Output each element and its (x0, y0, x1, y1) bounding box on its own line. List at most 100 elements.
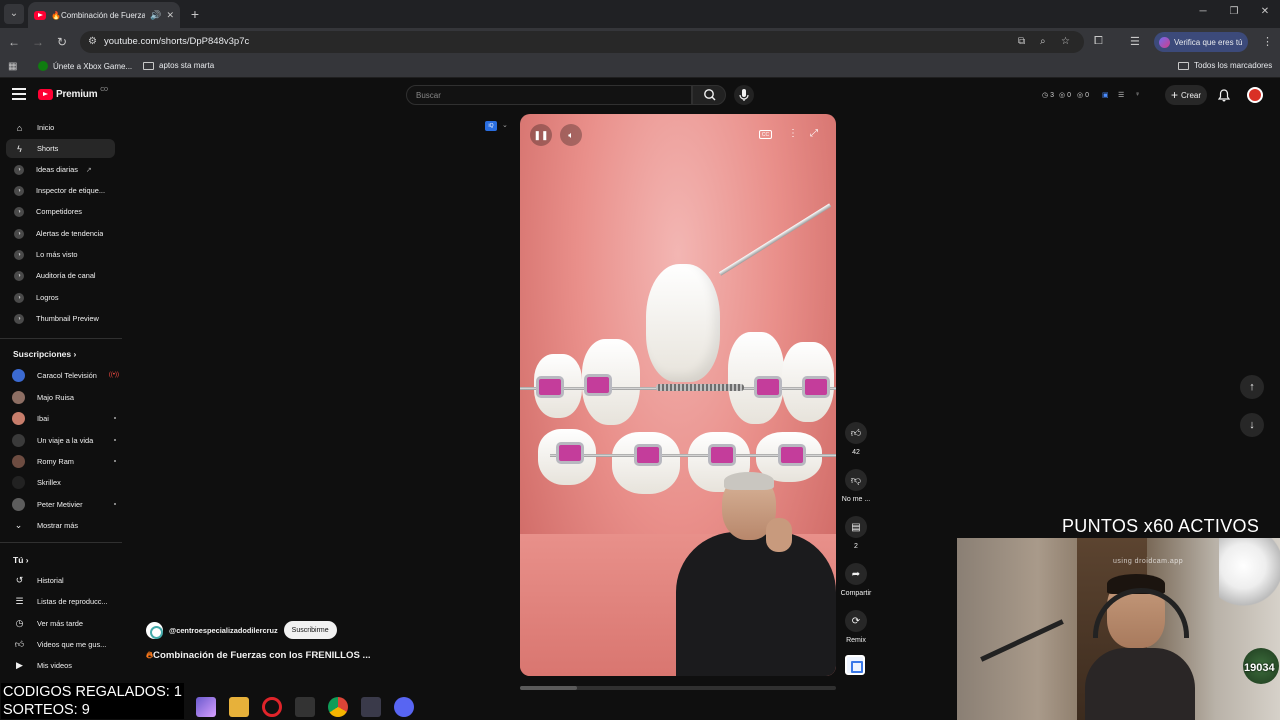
share-action[interactable]: ➦ Compartir (841, 563, 871, 597)
minimize-button[interactable]: ─ (1195, 6, 1211, 17)
forward-button[interactable]: → (30, 34, 46, 50)
new-content-dot (114, 417, 116, 419)
extension-list-icon[interactable]: ☰ (1118, 91, 1124, 99)
profile-verify-chip[interactable]: Verifica que eres tú (1154, 32, 1248, 52)
extension-trophy-icon[interactable]: ♀ (1135, 91, 1140, 98)
tab-search-button[interactable]: ⌄ (4, 4, 24, 24)
show-more-button[interactable]: ⌄ Mostrar más (12, 517, 116, 533)
chrome-icon[interactable] (328, 697, 348, 717)
comments-action[interactable]: ▤ 2 (843, 516, 869, 550)
sidebar-item-alertas[interactable]: ◑ Alertas de tendencia (6, 224, 115, 243)
subscription-majo-ruisa[interactable]: Majo Ruisa (12, 389, 116, 405)
remix-icon[interactable]: ⟳ (845, 610, 867, 632)
create-button[interactable]: + Crear (1165, 85, 1207, 105)
browser-menu-icon[interactable]: ⋮ (1262, 35, 1273, 48)
taskbar-app-icon[interactable] (295, 697, 315, 717)
address-bar[interactable]: ⚙ youtube.com/shorts/DpP848v3p7c ⧉ ⌕ ☆ (80, 31, 1084, 53)
sidebar-item-my-videos[interactable]: ▶ Mis videos (6, 656, 115, 675)
youtube-logo[interactable]: Premium CO (38, 87, 108, 100)
dislike-action[interactable]: 👎︎ No me ... (842, 469, 870, 503)
sidebar-item-ideas-diarias[interactable]: ◑ Ideas diarias ↗ (6, 160, 115, 179)
file-explorer-icon[interactable] (229, 697, 249, 717)
bookmark-xbox[interactable]: Únete a Xbox Game... (38, 61, 132, 71)
sidebar-item-thumbnail-preview[interactable]: ◑ Thumbnail Preview (6, 309, 115, 328)
sidebar-item-auditoria[interactable]: ◑ Auditoría de canal (6, 266, 115, 285)
subscribe-button[interactable]: Suscribirme (283, 621, 337, 639)
sidebar-item-competidores[interactable]: ◑ Competidores (6, 202, 115, 221)
thumbs-down-icon[interactable]: 👎︎ (845, 469, 867, 491)
subscription-ibai[interactable]: Ibai (12, 410, 116, 426)
extensions-icon[interactable]: ⧠ (1094, 35, 1103, 48)
share-icon[interactable]: ➦ (845, 563, 867, 585)
subscription-un-viaje[interactable]: Un viaje a la vida (12, 432, 116, 448)
restore-button[interactable]: ❐ (1226, 6, 1242, 17)
new-tab-button[interactable]: + (186, 5, 204, 23)
reload-button[interactable]: ↻ (54, 34, 70, 50)
taskbar-app-icon[interactable] (196, 697, 216, 717)
account-avatar[interactable] (1247, 87, 1263, 103)
subscription-skrillex[interactable]: Skrillex (12, 474, 116, 490)
sound-thumbnail[interactable] (845, 655, 865, 675)
bookmark-folder-aptos[interactable]: aptos sta marta (143, 61, 214, 70)
vidiq-icon: ◑ (14, 185, 24, 196)
reading-list-icon[interactable]: ☰ (1130, 35, 1140, 48)
chevron-down-icon[interactable]: ⌄ (502, 121, 508, 129)
sidebar-item-liked-videos[interactable]: 👍︎ Videos que me gus... (6, 635, 115, 654)
channel-avatar[interactable] (146, 621, 163, 639)
zoom-icon[interactable]: ⌕ (1040, 36, 1046, 47)
subscription-romy-ram[interactable]: Romy Ram (12, 453, 116, 469)
tab-close-icon[interactable]: ✕ (166, 10, 174, 21)
remix-action[interactable]: ⟳ Remix (843, 610, 869, 644)
sidebar-item-playlists[interactable]: ☰ Listas de reproducc... (6, 592, 115, 611)
voice-search-button[interactable] (734, 85, 754, 105)
search-input[interactable]: Buscar (406, 85, 692, 105)
site-info-icon[interactable]: ⚙ (88, 36, 97, 47)
apps-grid-icon[interactable]: ▦ (8, 61, 17, 72)
you-header[interactable]: Tú › (13, 555, 29, 565)
taskbar-app-icon[interactable] (361, 697, 381, 717)
bookmark-star-icon[interactable]: ☆ (1061, 36, 1070, 47)
close-window-button[interactable]: ✕ (1257, 6, 1273, 17)
discord-icon[interactable] (394, 697, 414, 717)
previous-short-button[interactable]: ↑ (1240, 375, 1264, 399)
subscription-peter-metivier[interactable]: Peter Metivier (12, 496, 116, 512)
sidebar-item-watch-later[interactable]: ◷ Ver más tarde (6, 614, 115, 633)
mute-button[interactable]: 🔈︎ (560, 124, 582, 146)
thumbs-up-icon[interactable]: 👍︎ (845, 422, 867, 444)
speaker-icon[interactable]: 🔊 (150, 10, 161, 21)
vidiq-toggle[interactable]: iQ (485, 121, 497, 131)
search-button[interactable] (692, 85, 726, 105)
active-tab[interactable]: 🔥Combinación de Fuerzas 🔊 ✕ (28, 2, 180, 28)
sidebar-item-logros[interactable]: ◑ Logros (6, 288, 115, 307)
like-action[interactable]: 👍︎ 42 (843, 422, 869, 456)
subscriptions-header[interactable]: Suscripciones › (13, 349, 76, 359)
sidebar-item-label: Ver más tarde (37, 619, 84, 628)
back-button[interactable]: ← (6, 34, 22, 50)
fullscreen-icon[interactable]: ⤢ (810, 128, 818, 139)
menu-icon[interactable] (12, 88, 26, 100)
video-progress-bar[interactable] (520, 686, 836, 690)
next-short-button[interactable]: ↓ (1240, 413, 1264, 437)
channel-name[interactable]: @centroespecializadodilercruz (169, 626, 278, 635)
sidebar-item-historial[interactable]: ↺ Historial (6, 571, 115, 590)
sidebar-item-shorts[interactable]: ϟ Shorts (6, 139, 115, 158)
sidebar-item-inicio[interactable]: ⌂ Inicio (6, 118, 115, 137)
video-frame-bracket (708, 444, 736, 466)
notifications-button[interactable] (1217, 89, 1231, 107)
comment-icon[interactable]: ▤ (845, 516, 867, 538)
pause-button[interactable]: ❚❚ (530, 124, 552, 146)
extension-q-icon[interactable]: ▣ (1102, 91, 1109, 99)
subscription-caracol[interactable]: Caracol Televisión ((•)) (12, 367, 119, 383)
short-title[interactable]: 🔥︎Combinación de Fuerzas con los FRENILL… (146, 650, 371, 661)
all-bookmarks-button[interactable]: Todos los marcadores (1178, 61, 1272, 70)
cast-icon[interactable]: ⧉ (1018, 36, 1025, 47)
sidebar-item-label: Alertas de tendencia (36, 229, 104, 238)
opera-icon[interactable] (262, 697, 282, 717)
browser-toolbar: ← → ↻ ⚙ youtube.com/shorts/DpP848v3p7c ⧉… (0, 28, 1280, 56)
new-content-dot (114, 439, 116, 441)
short-video-player[interactable]: ❚❚ 🔈︎ CC ⋮ ⤢ (520, 114, 836, 676)
more-options-icon[interactable]: ⋮ (788, 128, 798, 139)
sidebar-item-lo-mas-visto[interactable]: ◑ Lo más visto (6, 245, 115, 264)
sidebar-item-inspector[interactable]: ◑ Inspector de etique... (6, 181, 115, 200)
captions-button[interactable]: CC (759, 130, 772, 139)
